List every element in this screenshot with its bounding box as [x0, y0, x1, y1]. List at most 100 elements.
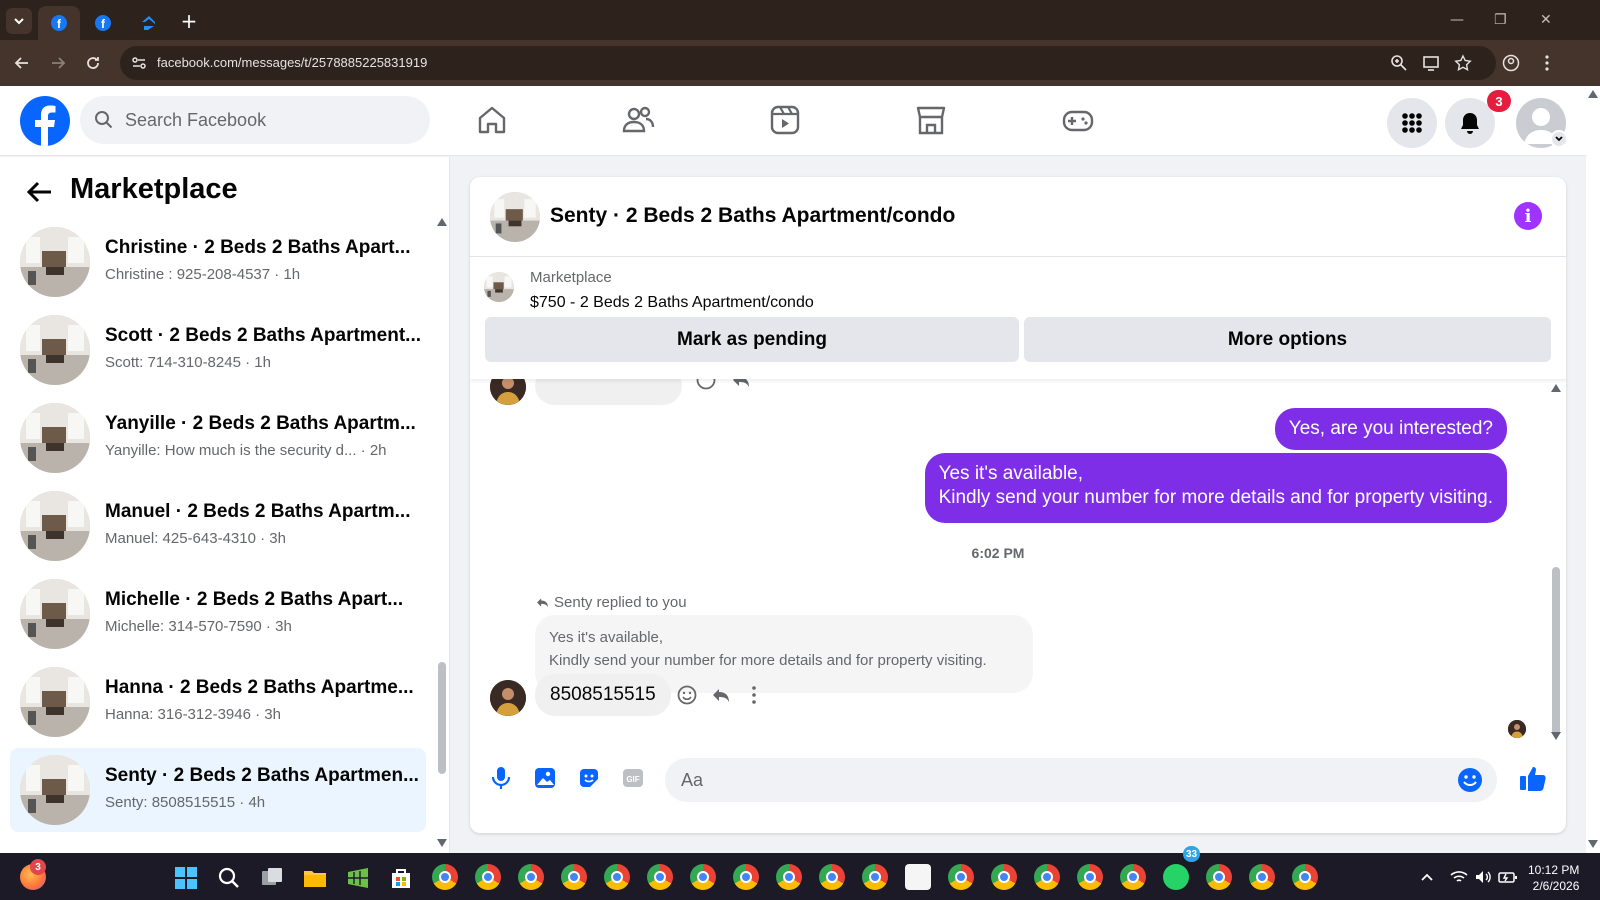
- conversation-row[interactable]: Senty · 2 Beds 2 Baths Apartmen... Senty:…: [10, 748, 426, 832]
- restore-icon[interactable]: ❐: [1494, 12, 1507, 28]
- search-bar[interactable]: Search Facebook: [80, 96, 430, 144]
- chrome-icon[interactable]: [733, 864, 759, 890]
- search-icon[interactable]: [217, 866, 241, 890]
- chrome-icon[interactable]: [518, 864, 544, 890]
- whatsapp-icon[interactable]: [1163, 864, 1189, 890]
- file-explorer-icon[interactable]: [303, 866, 327, 890]
- bookmark-star-icon[interactable]: [1454, 54, 1472, 72]
- excel-game-icon[interactable]: [346, 866, 370, 890]
- chat-scrollbar[interactable]: [1552, 567, 1560, 735]
- page-scrollbar[interactable]: [1586, 86, 1600, 853]
- scroll-down-arrow-icon[interactable]: [437, 839, 447, 847]
- chrome-icon[interactable]: [1077, 864, 1103, 890]
- url-text[interactable]: facebook.com/messages/t/2578885225831919: [157, 55, 427, 70]
- chrome-icon[interactable]: [1206, 864, 1232, 890]
- task-view-icon[interactable]: [260, 866, 284, 890]
- chrome-icon[interactable]: [604, 864, 630, 890]
- back-button[interactable]: [12, 53, 32, 73]
- system-clock[interactable]: 10:12 PM 2/6/2026: [1528, 862, 1579, 894]
- menu-button[interactable]: [1387, 98, 1437, 148]
- outgoing-message-bubble[interactable]: Yes, are you interested?: [1274, 408, 1507, 450]
- home-icon[interactable]: [475, 103, 509, 137]
- chrome-icon[interactable]: [561, 864, 587, 890]
- photo-icon[interactable]: [532, 765, 558, 791]
- back-arrow-icon[interactable]: [24, 177, 54, 207]
- react-icon[interactable]: [676, 684, 698, 706]
- mark-as-pending-button[interactable]: Mark as pending: [485, 317, 1019, 362]
- sticker-icon[interactable]: [576, 765, 602, 791]
- battery-icon[interactable]: [1498, 868, 1518, 886]
- emoji-icon[interactable]: [1457, 767, 1483, 793]
- more-actions-icon[interactable]: [743, 684, 765, 706]
- conversation-row[interactable]: Manuel · 2 Beds 2 Baths Apartm... Manuel:…: [10, 484, 426, 568]
- chat-scroll-down-icon[interactable]: [1551, 732, 1561, 740]
- tab-zillow[interactable]: [128, 6, 170, 40]
- new-tab-button[interactable]: +: [176, 8, 202, 34]
- scroll-up-arrow-icon[interactable]: [437, 218, 447, 226]
- chat-listing-thumbnail[interactable]: [490, 192, 540, 242]
- chrome-icon[interactable]: [1292, 864, 1318, 890]
- snipping-tool-icon[interactable]: [905, 864, 931, 890]
- chrome-icon[interactable]: [690, 864, 716, 890]
- chrome-icon[interactable]: [1034, 864, 1060, 890]
- listing-price[interactable]: $750 - 2 Beds 2 Baths Apartment/condo: [530, 294, 814, 312]
- chat-scroll-up-icon[interactable]: [1551, 384, 1561, 392]
- chevron-down-icon: [1555, 136, 1563, 142]
- sidebar-scrollbar[interactable]: [438, 662, 446, 774]
- volume-icon[interactable]: [1474, 868, 1492, 886]
- minimize-icon[interactable]: —: [1450, 12, 1464, 28]
- chevron-up-icon[interactable]: [1420, 870, 1434, 884]
- reply-icon[interactable]: [710, 684, 732, 706]
- search-input[interactable]: Search Facebook: [125, 110, 266, 131]
- chrome-icon[interactable]: [819, 864, 845, 890]
- chrome-icon[interactable]: [432, 864, 458, 890]
- outgoing-message-bubble[interactable]: Yes it's available, Kindly send your num…: [924, 453, 1507, 523]
- chrome-icon[interactable]: [647, 864, 673, 890]
- conversation-row[interactable]: Hanna · 2 Beds 2 Baths Apartme... Hanna: …: [10, 660, 426, 744]
- chrome-icon[interactable]: [991, 864, 1017, 890]
- reload-button[interactable]: [83, 53, 103, 73]
- incoming-message-bubble[interactable]: 8508515515: [535, 674, 671, 716]
- conversation-row[interactable]: Scott · 2 Beds 2 Baths Apartment... Scott…: [10, 308, 426, 392]
- tab-search-button[interactable]: [6, 8, 32, 34]
- chrome-icon[interactable]: [1249, 864, 1275, 890]
- profile-icon[interactable]: [1502, 54, 1520, 72]
- chat-title[interactable]: Senty · 2 Beds 2 Baths Apartment/condo: [550, 204, 955, 228]
- microphone-icon[interactable]: [488, 765, 514, 791]
- thumbs-up-icon[interactable]: [1518, 763, 1548, 793]
- facebook-logo-icon[interactable]: [20, 96, 70, 146]
- conversation-row[interactable]: Christine · 2 Beds 2 Baths Apart... Chris…: [10, 220, 426, 304]
- more-options-button[interactable]: More options: [1024, 317, 1551, 362]
- forward-button[interactable]: [48, 53, 68, 73]
- close-window-icon[interactable]: ✕: [1540, 12, 1552, 28]
- sender-avatar[interactable]: [490, 680, 526, 716]
- tab-facebook-active[interactable]: f: [38, 6, 80, 40]
- page-scroll-down-icon[interactable]: [1588, 840, 1598, 848]
- chrome-icon[interactable]: [475, 864, 501, 890]
- conversation-row[interactable]: Michelle · 2 Beds 2 Baths Apart... Michel…: [10, 572, 426, 656]
- friends-icon[interactable]: [621, 103, 655, 137]
- address-bar[interactable]: facebook.com/messages/t/2578885225831919: [120, 46, 1496, 80]
- conversation-row[interactable]: Yanyille · 2 Beds 2 Baths Apartm... Yanyi…: [10, 396, 426, 480]
- store-icon[interactable]: [389, 866, 413, 890]
- video-icon[interactable]: [768, 103, 802, 137]
- cast-icon[interactable]: [1422, 54, 1440, 72]
- chrome-icon[interactable]: [862, 864, 888, 890]
- chrome-icon[interactable]: [776, 864, 802, 890]
- site-info-icon[interactable]: [130, 54, 148, 72]
- tab-facebook[interactable]: f: [82, 6, 124, 40]
- windows-start-icon[interactable]: [174, 866, 198, 890]
- zoom-icon[interactable]: [1390, 54, 1408, 72]
- chrome-icon[interactable]: [1120, 864, 1146, 890]
- gif-icon[interactable]: GIF: [620, 765, 646, 791]
- gaming-icon[interactable]: [1061, 103, 1095, 137]
- message-input[interactable]: Aa: [665, 758, 1497, 802]
- browser-menu-icon[interactable]: [1538, 54, 1556, 72]
- listing-thumbnail[interactable]: [484, 272, 514, 302]
- page-scroll-up-icon[interactable]: [1588, 90, 1598, 98]
- account-menu-chevron[interactable]: [1550, 130, 1568, 148]
- marketplace-icon[interactable]: [914, 103, 948, 137]
- info-icon[interactable]: i: [1514, 202, 1542, 230]
- wifi-icon[interactable]: [1450, 868, 1468, 886]
- chrome-icon[interactable]: [948, 864, 974, 890]
